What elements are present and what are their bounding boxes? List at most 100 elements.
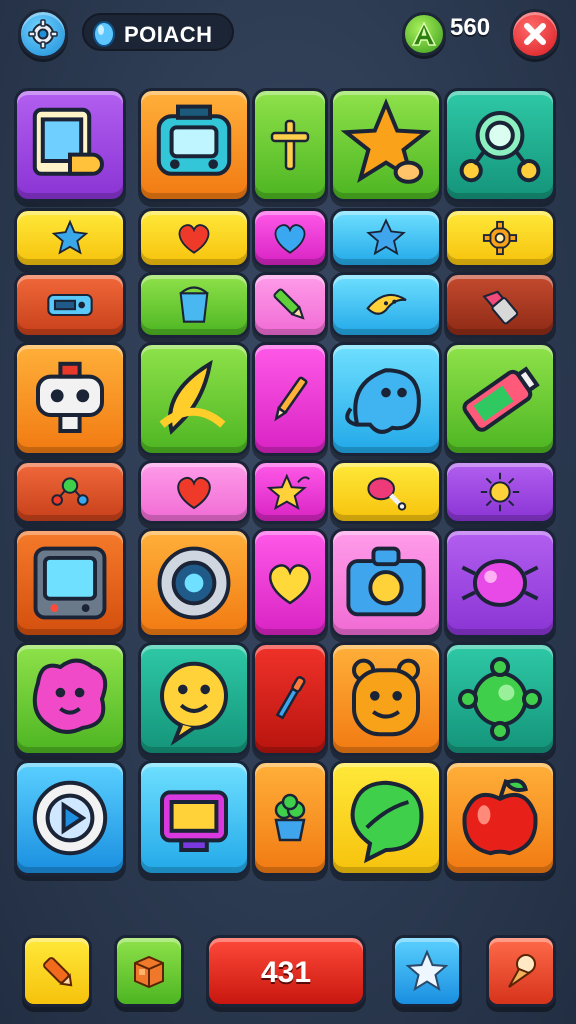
board-tile[interactable]: [138, 642, 250, 756]
board-tile[interactable]: [138, 272, 250, 338]
board-tile[interactable]: [138, 208, 250, 268]
heart-icon: [178, 224, 210, 254]
board-tile[interactable]: [14, 760, 126, 876]
play-dial-icon: [32, 780, 108, 856]
speaker-icon: [157, 546, 231, 620]
ice-cream-powerup-button[interactable]: [486, 935, 556, 1007]
letter-a-coin-icon: [411, 21, 437, 46]
board-tile[interactable]: [444, 88, 556, 202]
puzzle-star-icon: [51, 219, 89, 255]
blue-ghost-icon: [345, 368, 421, 434]
battery-icon: [462, 366, 540, 432]
crayon-icon: [273, 288, 305, 320]
bottom-bar: 431: [0, 925, 576, 1015]
meat-icon: [367, 477, 407, 511]
camera-icon: [346, 546, 426, 617]
board-tile[interactable]: [444, 460, 556, 524]
red-heart-icon: [177, 476, 211, 510]
board-tile[interactable]: [444, 528, 556, 638]
star-powerup-button[interactable]: [392, 935, 462, 1007]
gear-icon: [28, 19, 58, 49]
beetle-icon: [461, 559, 539, 607]
sun-icon: [480, 472, 520, 512]
board-tile[interactable]: [138, 528, 250, 638]
tv-icon: [33, 546, 107, 620]
star-icon: [366, 218, 406, 256]
board-tile[interactable]: [14, 88, 126, 202]
banana-icon: [366, 293, 407, 315]
teddy-icon: [352, 658, 420, 737]
star-wand-icon: [266, 473, 310, 511]
board-tile[interactable]: [252, 528, 328, 638]
board-tile[interactable]: [330, 528, 442, 638]
board-tile[interactable]: [252, 760, 328, 876]
board-tile[interactable]: [330, 460, 442, 524]
board-tile[interactable]: [330, 642, 442, 756]
board-tile[interactable]: [444, 342, 556, 456]
star-icon: [405, 949, 449, 992]
close-icon: [524, 23, 546, 45]
board-tile[interactable]: [14, 208, 126, 268]
board-tile[interactable]: [252, 88, 328, 202]
crayon-powerup-button[interactable]: [22, 935, 92, 1007]
star-hand-icon: [340, 98, 432, 184]
robot-screen-icon: [156, 104, 232, 176]
top-bar: POIACH 560: [0, 0, 576, 70]
bucket-icon: [179, 286, 209, 323]
board-tile[interactable]: [138, 88, 250, 202]
yellow-heart-icon: [268, 564, 312, 605]
moves-counter: 431: [206, 935, 366, 1007]
close-button[interactable]: [510, 9, 560, 59]
dropper-icon: [275, 676, 306, 720]
banana-peel-icon: [159, 359, 226, 435]
molecule-icon: [51, 477, 89, 506]
gem-icon: [93, 21, 115, 47]
blob-monster-icon: [32, 658, 108, 734]
board-tile[interactable]: [138, 760, 250, 876]
board-tile[interactable]: [252, 642, 328, 756]
smiley-icon: [160, 661, 228, 746]
board-tile[interactable]: [444, 760, 556, 876]
moves-value: 431: [260, 956, 312, 989]
board-tile[interactable]: [330, 88, 442, 202]
leaf-bubble-icon: [350, 780, 424, 864]
magnifier-icon: [459, 111, 541, 183]
score-value: 560: [450, 14, 491, 41]
score-coin: [402, 12, 446, 56]
board-tile[interactable]: [444, 208, 556, 268]
board-tile[interactable]: [252, 460, 328, 524]
board-tile[interactable]: [138, 342, 250, 456]
cube-icon: [134, 955, 164, 989]
board-tile[interactable]: [444, 272, 556, 338]
plant-pot-icon: [274, 793, 306, 842]
board-tile[interactable]: [330, 272, 442, 338]
board-tile[interactable]: [444, 642, 556, 756]
board-tile[interactable]: [14, 642, 126, 756]
ice-cream-icon: [508, 954, 536, 988]
board-tile[interactable]: [252, 342, 328, 456]
gamepad-icon: [47, 293, 93, 317]
board-tile[interactable]: [330, 342, 442, 456]
crayon-icon: [43, 957, 73, 987]
board-tile[interactable]: [252, 272, 328, 338]
player-name-pill: POIACH: [82, 13, 234, 51]
board-tile[interactable]: [14, 272, 126, 338]
board-tile[interactable]: [14, 460, 126, 524]
board-tile[interactable]: [252, 208, 328, 268]
tablet-hand-icon: [32, 107, 104, 176]
pencil-icon: [274, 376, 308, 422]
blue-heart-icon: [274, 224, 306, 254]
cube-powerup-button[interactable]: [114, 935, 184, 1007]
board-tile[interactable]: [14, 342, 126, 456]
game-board: [14, 80, 562, 890]
player-name: POIACH: [124, 22, 213, 47]
board-tile[interactable]: [330, 760, 442, 876]
board-tile[interactable]: [138, 460, 250, 524]
board-tile[interactable]: [14, 528, 126, 638]
robot-face-icon: [36, 361, 104, 433]
apple-icon: [462, 778, 538, 856]
settings-button[interactable]: [18, 9, 68, 59]
cross-stick-icon: [270, 119, 310, 171]
board-tile[interactable]: [330, 208, 442, 268]
green-gear-icon: [458, 657, 542, 741]
